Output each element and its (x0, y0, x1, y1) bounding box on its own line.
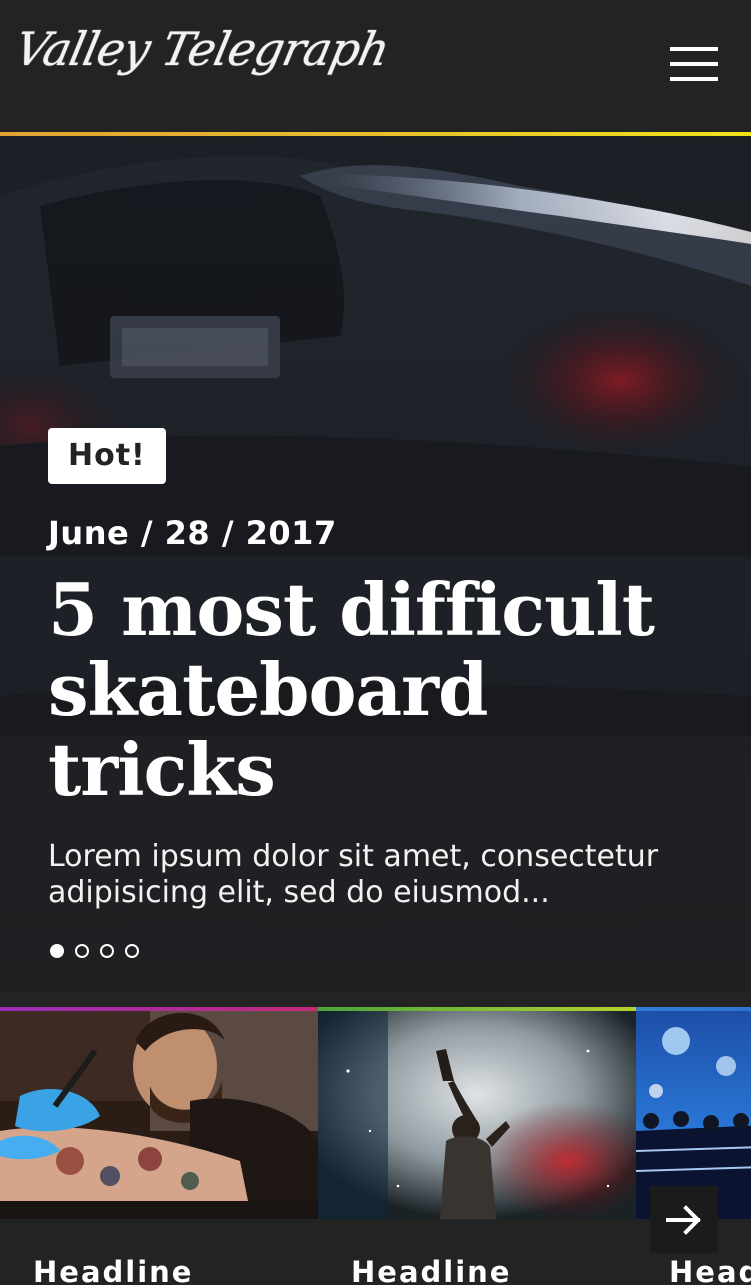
article-title[interactable]: 5 most difficult skateboard tricks (48, 570, 708, 810)
arrow-right-icon (666, 1204, 701, 1235)
slider-dot-3[interactable] (100, 944, 114, 958)
hamburger-menu-icon (670, 47, 718, 51)
article-card[interactable]: Headline (0, 1007, 318, 1285)
article-excerpt: Lorem ipsum dolor sit amet, consectetur … (48, 839, 659, 910)
tattoo-artist-photo (0, 1011, 318, 1219)
hot-badge: Hot! (48, 428, 166, 484)
site-logo[interactable]: Valley Telegraph (10, 22, 393, 76)
concert-performer-photo (318, 1011, 636, 1219)
card-headline: Headline (669, 1255, 751, 1285)
slider-dot-2[interactable] (75, 944, 89, 958)
site-header: Valley Telegraph (0, 0, 751, 132)
slider-pagination (50, 944, 139, 958)
carousel-next-button[interactable] (650, 1186, 718, 1253)
hero-slider[interactable]: Hot! June / 28 / 2017 5 most difficult s… (0, 136, 751, 991)
menu-button[interactable] (660, 36, 728, 92)
hamburger-menu-icon-line (670, 77, 718, 81)
slider-dot-4[interactable] (125, 944, 139, 958)
hamburger-menu-icon-line (670, 62, 718, 66)
article-date: June / 28 / 2017 (48, 514, 337, 552)
article-card[interactable]: Headline (318, 1007, 636, 1285)
slider-dot-1[interactable] (50, 944, 64, 958)
article-carousel: Headline Headline Head (0, 1007, 751, 1285)
card-headline: Headline (351, 1255, 512, 1285)
card-headline: Headline (33, 1255, 194, 1285)
